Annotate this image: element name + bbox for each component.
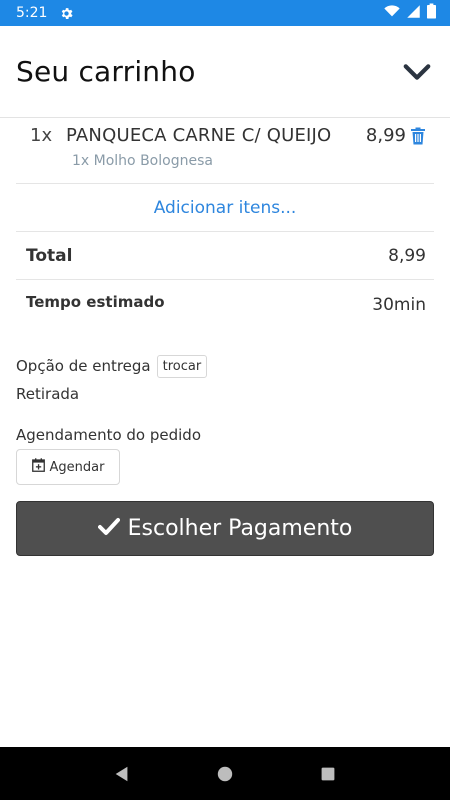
delivery-option: Opção de entrega trocar (16, 351, 434, 381)
add-items-link[interactable]: Adicionar itens... (16, 185, 434, 232)
schedule-button-label: Agendar (49, 459, 105, 475)
schedule-label: Agendamento do pedido (16, 426, 202, 444)
settings-gear-icon (59, 6, 74, 21)
trash-icon[interactable] (410, 127, 426, 145)
cart-item: 1x PANQUECA CARNE C/ QUEIJO 8,99 1x Molh… (16, 118, 434, 184)
choose-payment-label: Escolher Pagamento (127, 516, 353, 541)
item-price: 8,99 (365, 125, 406, 146)
checkmark-icon (97, 516, 120, 542)
home-icon[interactable] (213, 762, 237, 786)
item-addon: 1x Molho Bolognesa (72, 153, 213, 169)
estimated-time-label: Tempo estimado (26, 293, 165, 311)
estimated-time-row: Tempo estimado 30min (16, 281, 434, 327)
delivery-option-value: Retirada (16, 385, 80, 403)
calendar-plus-icon (31, 458, 45, 476)
wifi-icon (384, 3, 400, 23)
estimated-time-value: 30min (372, 295, 426, 315)
item-name: PANQUECA CARNE C/ QUEIJO (66, 125, 332, 146)
back-icon[interactable] (110, 762, 134, 786)
page-title: Seu carrinho (16, 55, 196, 88)
status-bar: 5:21 (0, 0, 450, 26)
android-nav-bar (0, 747, 450, 800)
cart-header: Seu carrinho (0, 26, 450, 118)
choose-payment-button[interactable]: Escolher Pagamento (16, 501, 434, 556)
collapse-chevron-down-icon[interactable] (400, 55, 434, 89)
signal-icon (406, 4, 421, 23)
recents-icon[interactable] (316, 762, 340, 786)
status-time: 5:21 (16, 5, 48, 21)
total-row: Total 8,99 (16, 233, 434, 280)
delivery-option-label: Opção de entrega (16, 357, 151, 375)
total-value: 8,99 (388, 246, 426, 266)
battery-icon (427, 3, 436, 23)
schedule-button[interactable]: Agendar (16, 449, 120, 485)
change-delivery-button[interactable]: trocar (156, 354, 208, 378)
total-label: Total (26, 246, 73, 266)
item-quantity: 1x (30, 125, 53, 146)
